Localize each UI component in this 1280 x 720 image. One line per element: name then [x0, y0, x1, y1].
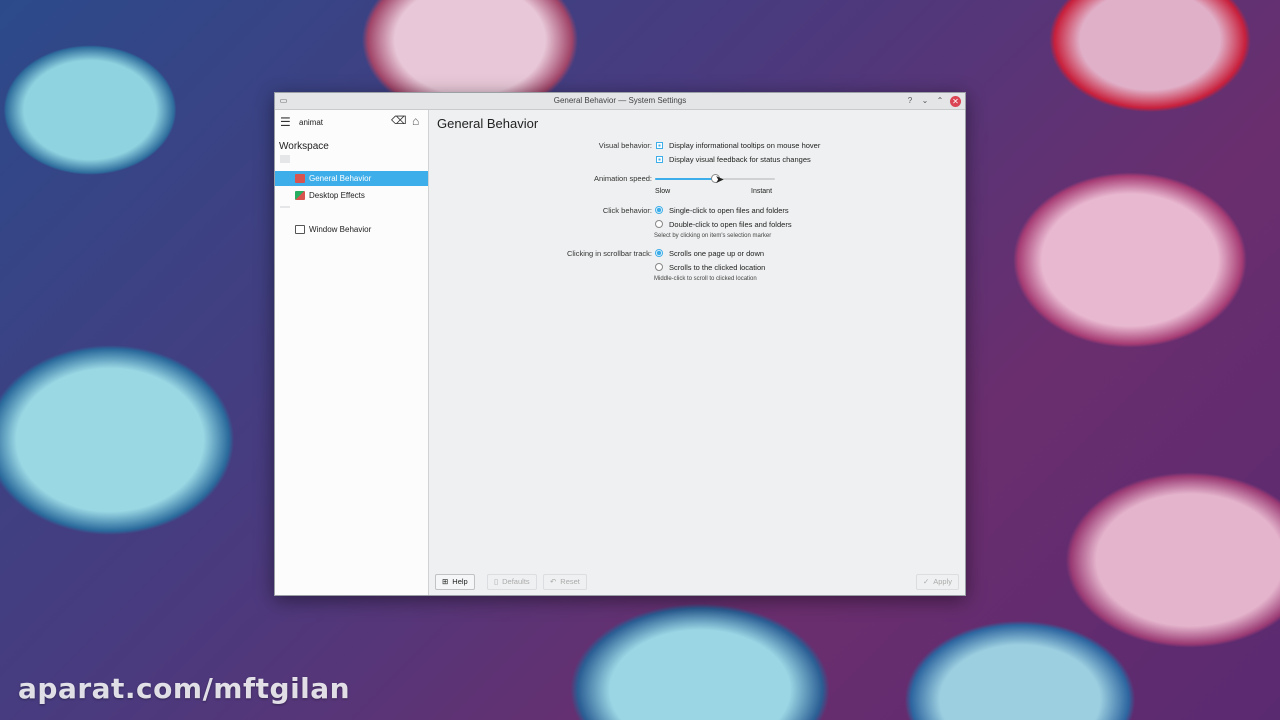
faded-divider: [280, 206, 290, 208]
reset-icon: ↶: [550, 577, 557, 586]
scroll-location-option-label[interactable]: Scrolls to the clicked location: [669, 263, 765, 272]
feedback-option-label[interactable]: Display visual feedback for status chang…: [669, 155, 811, 164]
window-menu-icon[interactable]: ▭: [279, 96, 288, 105]
general-behavior-icon: [295, 174, 305, 183]
hamburger-menu-icon[interactable]: ☰: [280, 116, 291, 128]
help-button[interactable]: ⊞ Help: [435, 574, 475, 590]
defaults-icon: ▯: [494, 577, 499, 586]
reset-button-label: Reset: [560, 577, 580, 586]
click-behavior-label: Click behavior:: [602, 206, 652, 215]
window-behavior-icon: [295, 225, 305, 234]
page-title: General Behavior: [437, 116, 539, 131]
category-header-workspace: Workspace: [279, 141, 329, 152]
scroll-page-option-label[interactable]: Scrolls one page up or down: [669, 249, 764, 258]
scroll-location-radio[interactable]: [655, 263, 663, 271]
maximize-icon[interactable]: ⌃: [935, 95, 945, 107]
single-click-option-label[interactable]: Single-click to open files and folders: [669, 206, 789, 215]
click-behavior-hint: Select by clicking on item's selection m…: [654, 233, 772, 239]
defaults-button-label: Defaults: [502, 577, 530, 586]
sidebar-item-desktop-effects[interactable]: Desktop Effects: [275, 188, 428, 203]
tooltips-option-label[interactable]: Display informational tooltips on mouse …: [669, 141, 820, 150]
clear-search-icon[interactable]: ⌫: [391, 116, 407, 127]
help-question-icon[interactable]: ?: [905, 95, 915, 107]
window-titlebar[interactable]: ▭ General Behavior — System Settings ? ⌄…: [275, 93, 965, 110]
faded-placeholder: [280, 155, 290, 163]
sidebar-item-label: General Behavior: [309, 174, 372, 183]
sidebar-item-label: Window Behavior: [309, 225, 372, 234]
system-settings-window: ▭ General Behavior — System Settings ? ⌄…: [274, 92, 966, 596]
close-icon[interactable]: ✕: [950, 95, 961, 107]
window-title: General Behavior — System Settings: [553, 96, 687, 105]
minimize-icon[interactable]: ⌄: [920, 95, 930, 107]
animation-speed-slider-fill: [655, 178, 715, 180]
help-button-label: Help: [452, 577, 468, 586]
mouse-cursor-icon: ➤: [715, 174, 725, 186]
scrollbar-track-hint: Middle-click to scroll to clicked locati…: [654, 276, 757, 282]
sidebar-item-label: Desktop Effects: [309, 191, 365, 200]
scrollbar-track-label: Clicking in scrollbar track:: [566, 249, 652, 258]
feedback-checkbox[interactable]: [656, 156, 663, 163]
main-content: General Behavior Visual behavior: Displa…: [429, 110, 965, 595]
animation-speed-label: Animation speed:: [594, 174, 652, 183]
home-icon[interactable]: ⌂: [412, 115, 419, 127]
sidebar-topbar: ☰ ⌫ ⌂: [275, 110, 428, 136]
scroll-page-radio[interactable]: [655, 249, 663, 257]
double-click-option-label[interactable]: Double-click to open files and folders: [669, 220, 792, 229]
tooltips-checkbox[interactable]: [656, 142, 663, 149]
sidebar-item-general-behavior[interactable]: General Behavior: [275, 171, 428, 186]
apply-button-label: Apply: [933, 577, 952, 586]
apply-button[interactable]: ✓ Apply: [915, 574, 959, 590]
sidebar: ☰ ⌫ ⌂ Workspace General Behavior Desktop…: [275, 110, 429, 595]
desktop-effects-icon: [295, 191, 305, 200]
sidebar-item-window-behavior[interactable]: Window Behavior: [275, 222, 428, 237]
help-icon: ⊞: [442, 577, 449, 586]
visual-behavior-label: Visual behavior:: [598, 141, 652, 150]
single-click-radio[interactable]: [655, 206, 663, 214]
reset-button[interactable]: ↶ Reset: [543, 574, 587, 590]
double-click-radio[interactable]: [655, 220, 663, 228]
apply-check-icon: ✓: [922, 577, 930, 586]
watermark-text: aparat.com/mftgilan: [18, 672, 351, 705]
footer-bar: ⊞ Help ▯ Defaults ↶ Reset ✓ Apply: [429, 569, 965, 595]
slider-max-label: Instant: [751, 188, 773, 195]
slider-min-label: Slow: [655, 188, 671, 195]
defaults-button[interactable]: ▯ Defaults: [487, 574, 537, 590]
